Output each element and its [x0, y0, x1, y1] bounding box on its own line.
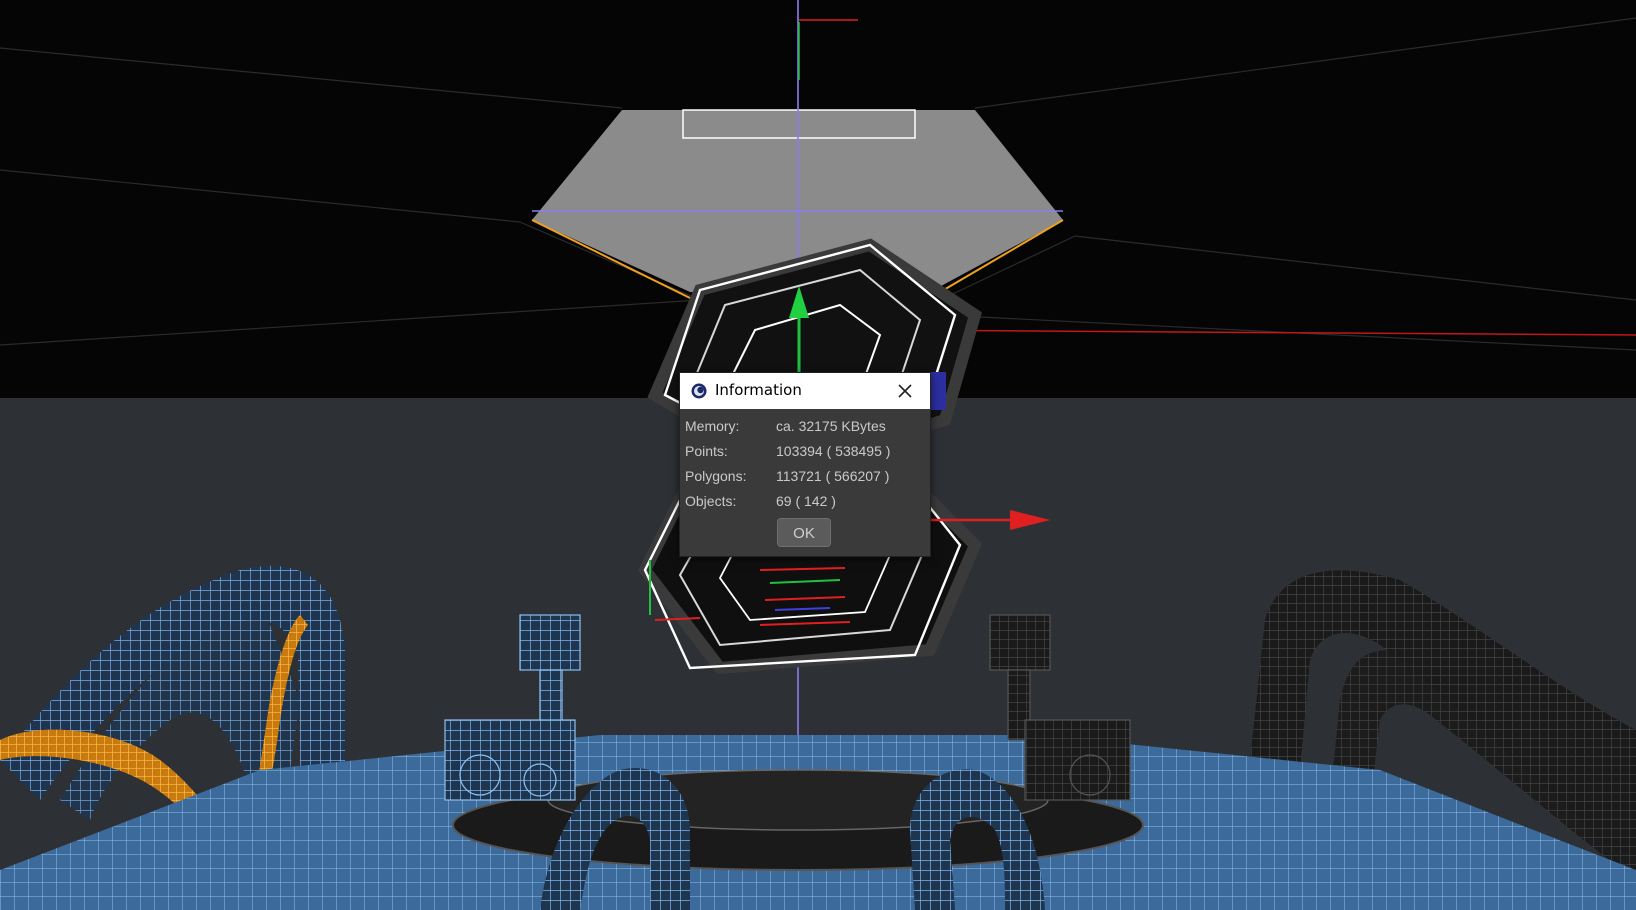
- objects-value: 69 ( 142 ): [776, 493, 836, 509]
- cinema4d-app-icon: [691, 383, 707, 399]
- dialog-titlebar[interactable]: Information: [680, 373, 930, 409]
- dialog-title: Information: [715, 381, 802, 399]
- memory-value: ca. 32175 KBytes: [776, 418, 886, 434]
- ok-button[interactable]: OK: [777, 518, 831, 547]
- close-icon[interactable]: [892, 379, 918, 403]
- memory-label: Memory:: [685, 418, 740, 434]
- polygons-value: 113721 ( 566207 ): [776, 468, 890, 484]
- points-label: Points:: [685, 443, 728, 459]
- polygons-label: Polygons:: [685, 468, 747, 484]
- objects-label: Objects:: [685, 493, 737, 509]
- information-dialog: Information Memory: ca. 32175 KBytes Poi…: [679, 372, 931, 557]
- points-value: 103394 ( 538495 ): [776, 443, 891, 459]
- gizmo-z-handle: [930, 372, 946, 410]
